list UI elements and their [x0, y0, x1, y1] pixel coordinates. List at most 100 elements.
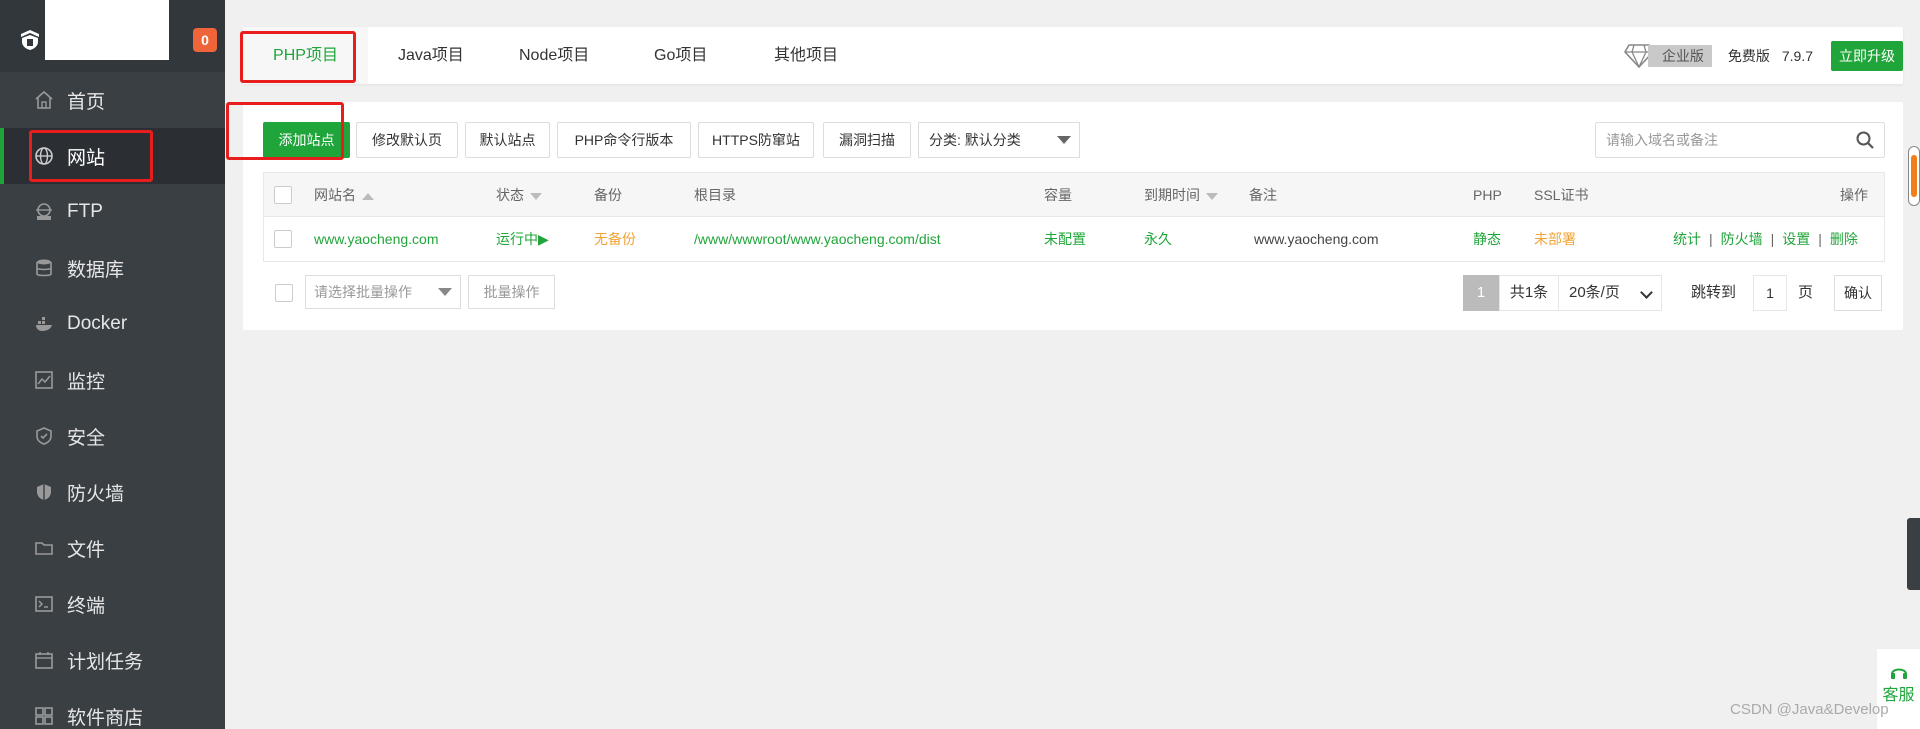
jump-page-input[interactable]: 1	[1753, 275, 1787, 311]
site-remark[interactable]: www.yaocheng.com	[1254, 217, 1379, 261]
sidebar-item-label: 计划任务	[67, 651, 144, 673]
watermark: CSDN @Java&Develop	[1730, 701, 1889, 718]
site-expire-link[interactable]: 永久	[1144, 217, 1172, 261]
sidebar-item-label: 文件	[67, 539, 106, 561]
tab-java-project[interactable]: Java项目	[398, 27, 464, 84]
scrollbar[interactable]	[1908, 146, 1920, 206]
shield-icon	[33, 425, 55, 447]
sidebar-item-database[interactable]: 数据库	[0, 240, 225, 296]
sidebar-item-files[interactable]: 文件	[0, 520, 225, 576]
site-list-panel: 添加站点 修改默认页 默认站点 PHP命令行版本 HTTPS防窜站 漏洞扫描 分…	[243, 102, 1903, 330]
tab-other-project[interactable]: 其他项目	[774, 27, 838, 84]
edition-label: 免费版	[1727, 48, 1770, 64]
search-icon[interactable]	[1856, 131, 1874, 149]
table-row: www.yaocheng.com 运行中▶ 无备份 /www/wwwroot/w…	[264, 217, 1884, 261]
settings-link[interactable]: 设置	[1782, 231, 1810, 247]
folder-icon	[33, 537, 55, 559]
side-widget[interactable]	[1907, 518, 1920, 590]
scrollbar-thumb[interactable]	[1911, 155, 1917, 197]
version-label: 7.9.7	[1781, 48, 1813, 64]
col-backup-header: 备份	[594, 187, 622, 203]
current-page[interactable]: 1	[1463, 275, 1499, 311]
stats-link[interactable]: 统计	[1673, 231, 1701, 247]
col-ops-header: 操作	[1840, 187, 1868, 203]
sidebar-item-terminal[interactable]: 终端	[0, 576, 225, 632]
sidebar: 0 首页 网站 FTP 数据库 Docker 监控 安全 防火墙 文件 终端 计…	[0, 0, 225, 729]
sidebar-item-label: 防火墙	[67, 483, 125, 505]
jump-confirm-button[interactable]: 确认	[1834, 275, 1882, 311]
delete-link[interactable]: 删除	[1830, 231, 1858, 247]
avatar[interactable]	[45, 0, 169, 60]
category-select-value: 分类: 默认分类	[929, 132, 1021, 148]
col-capacity-header: 容量	[1044, 187, 1072, 203]
sidebar-item-home[interactable]: 首页	[0, 72, 225, 128]
search-box[interactable]	[1595, 122, 1885, 158]
edition-info: 企业版 免费版 7.9.7 立即升级	[1623, 41, 1903, 71]
tab-node-project[interactable]: Node项目	[519, 27, 589, 84]
modify-default-page-button[interactable]: 修改默认页	[356, 122, 458, 158]
sidebar-item-docker[interactable]: Docker	[0, 296, 225, 352]
site-table: 网站名 状态 备份 根目录 容量 到期时间 备注 PHP SSL证书 操作 ww…	[263, 172, 1885, 262]
sidebar-item-store[interactable]: 软件商店	[0, 688, 225, 729]
jump-to-label: 跳转到	[1691, 284, 1737, 301]
sidebar-item-label: Docker	[67, 313, 128, 334]
php-cli-version-button[interactable]: PHP命令行版本	[557, 122, 691, 158]
sidebar-header: 0	[0, 0, 225, 72]
default-site-button[interactable]: 默认站点	[465, 122, 550, 158]
sidebar-item-label: FTP	[67, 201, 103, 222]
sidebar-item-label: 软件商店	[67, 707, 144, 729]
select-all-checkbox[interactable]	[274, 186, 292, 204]
site-name-link[interactable]: www.yaocheng.com	[314, 217, 439, 261]
col-expire-header[interactable]: 到期时间	[1144, 173, 1218, 217]
bulk-select-checkbox[interactable]	[275, 284, 293, 302]
sidebar-item-security[interactable]: 安全	[0, 408, 225, 464]
search-input[interactable]	[1596, 123, 1836, 157]
page-size-select[interactable]: 20条/页	[1558, 275, 1662, 311]
monitor-icon	[33, 369, 55, 391]
firewall-icon	[33, 481, 55, 503]
dropdown-arrow-icon	[1057, 136, 1071, 144]
sidebar-item-label: 首页	[67, 91, 106, 113]
https-protect-button[interactable]: HTTPS防窜站	[698, 122, 814, 158]
site-capacity-link[interactable]: 未配置	[1044, 217, 1086, 261]
enterprise-badge[interactable]: 企业版	[1647, 45, 1712, 67]
vuln-scan-button[interactable]: 漏洞扫描	[823, 122, 911, 158]
apps-icon	[33, 705, 55, 727]
sort-asc-icon	[362, 192, 374, 200]
site-root-link[interactable]: /www/wwwroot/www.yaocheng.com/dist	[694, 217, 941, 261]
docker-icon	[33, 313, 55, 335]
sidebar-item-ftp[interactable]: FTP	[0, 184, 225, 240]
upgrade-button[interactable]: 立即升级	[1831, 41, 1903, 71]
sidebar-item-cron[interactable]: 计划任务	[0, 632, 225, 688]
ftp-icon	[33, 201, 55, 223]
tab-go-project[interactable]: Go项目	[654, 27, 707, 84]
category-select[interactable]: 分类: 默认分类	[918, 122, 1080, 158]
col-remark-header: 备注	[1249, 187, 1277, 203]
annotation-box-php-tab	[240, 31, 356, 83]
col-status-header[interactable]: 状态	[496, 173, 542, 217]
bulk-action-placeholder: 请选择批量操作	[314, 284, 412, 300]
bulk-action-button[interactable]: 批量操作	[468, 275, 555, 309]
sort-desc-icon	[1206, 192, 1218, 200]
bulk-action-select[interactable]: 请选择批量操作	[305, 275, 461, 309]
annotation-box-website	[29, 130, 153, 182]
col-ssl-header: SSL证书	[1534, 187, 1589, 203]
firewall-link[interactable]: 防火墙	[1721, 231, 1763, 247]
sidebar-item-monitor[interactable]: 监控	[0, 352, 225, 408]
home-icon	[33, 89, 55, 111]
sidebar-item-label: 安全	[67, 427, 106, 449]
calendar-icon	[33, 649, 55, 671]
page-size-value: 20条/页	[1569, 284, 1620, 301]
annotation-box-add-site	[226, 102, 344, 160]
site-backup-link[interactable]: 无备份	[594, 217, 636, 261]
logo-icon	[21, 30, 39, 50]
col-name-header[interactable]: 网站名	[314, 173, 374, 217]
row-checkbox[interactable]	[274, 230, 292, 248]
col-php-header: PHP	[1473, 187, 1502, 203]
site-php-link[interactable]: 静态	[1473, 217, 1501, 261]
project-tabs-bar: PHP项目 Java项目 Node项目 Go项目 其他项目 企业版 免费版 7.…	[243, 27, 1903, 84]
site-ssl-link[interactable]: 未部署	[1534, 217, 1576, 261]
sidebar-item-firewall[interactable]: 防火墙	[0, 464, 225, 520]
notification-badge[interactable]: 0	[193, 28, 217, 52]
site-status-toggle[interactable]: 运行中▶	[496, 217, 549, 261]
